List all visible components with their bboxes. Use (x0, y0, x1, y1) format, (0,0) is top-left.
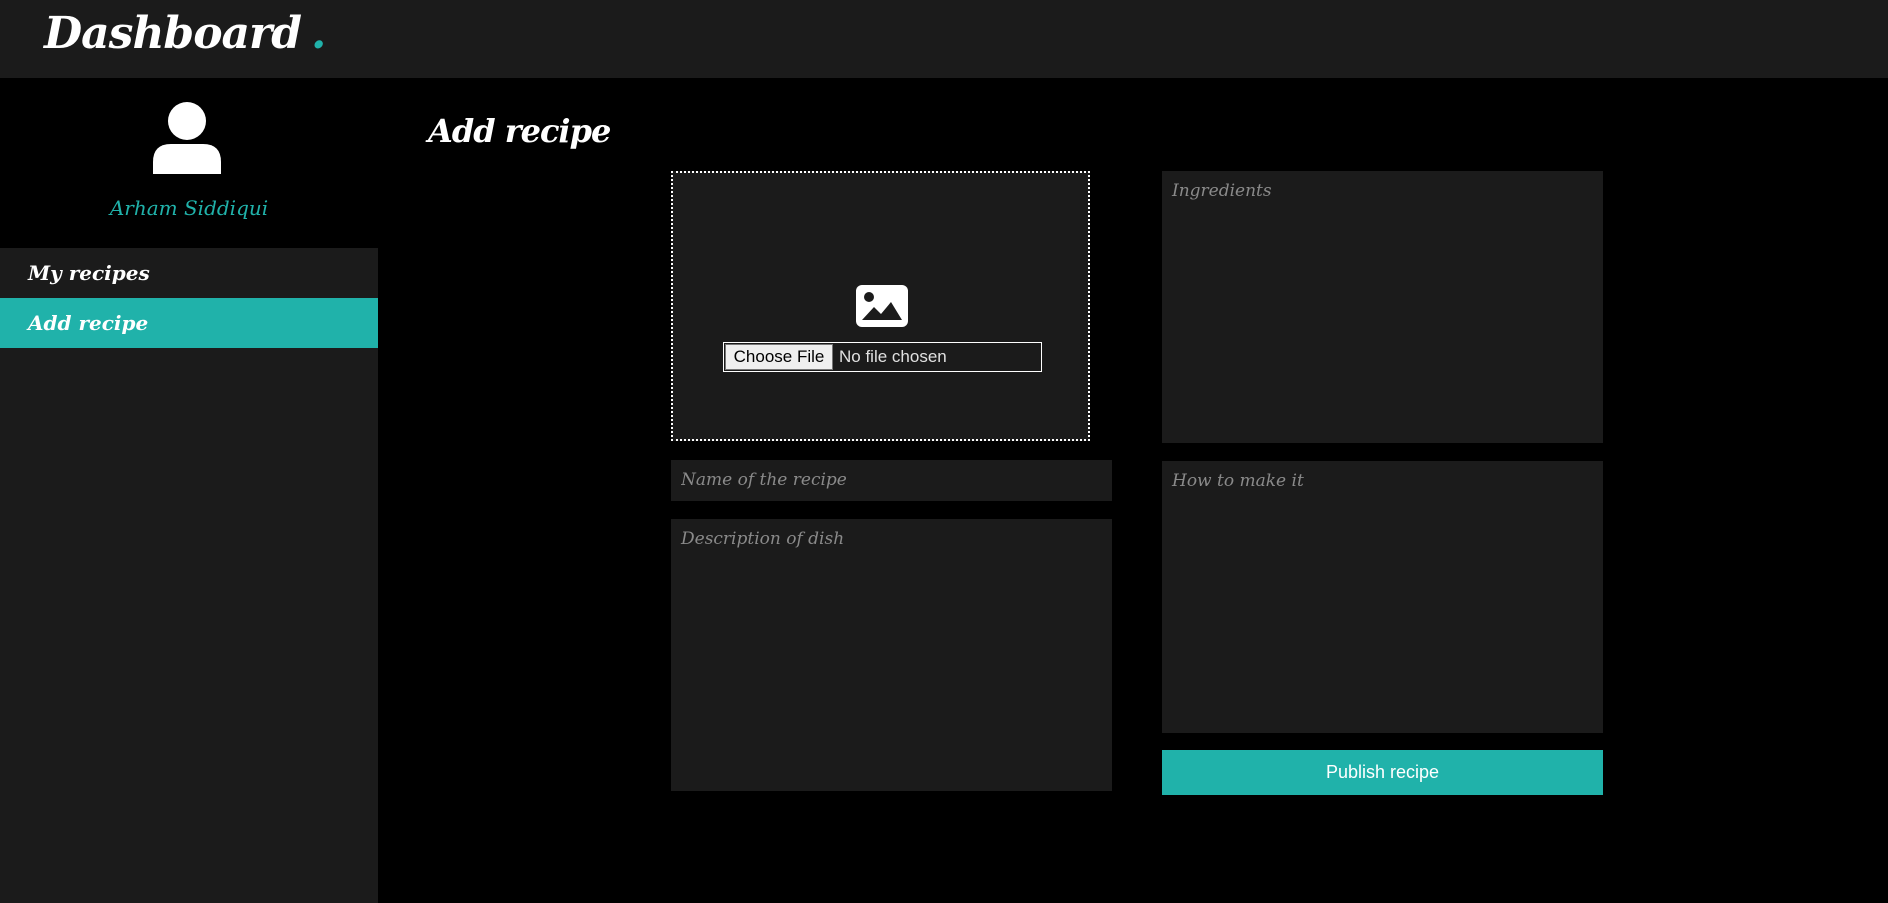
publish-recipe-button[interactable]: Publish recipe (1162, 750, 1603, 795)
ingredients-textarea[interactable] (1162, 171, 1603, 443)
description-textarea[interactable] (671, 519, 1112, 791)
user-name: Arham Siddiqui (109, 196, 269, 220)
file-input[interactable]: Choose File No file chosen (723, 342, 1042, 372)
file-status: No file chosen (839, 347, 947, 366)
image-icon (856, 285, 908, 327)
brand-logo[interactable]: Dashboard. (44, 8, 326, 59)
brand-title: Dashboard (44, 8, 302, 59)
sidebar-item-add-recipe[interactable]: Add recipe (0, 298, 378, 348)
sidebar: Arham Siddiqui My recipes Add recipe (0, 78, 378, 903)
choose-file-button[interactable]: Choose File (725, 344, 833, 370)
sidebar-item-my-recipes[interactable]: My recipes (0, 248, 378, 298)
brand-dot: . (311, 8, 326, 59)
top-bar: Dashboard. (0, 0, 1888, 78)
profile-section: Arham Siddiqui (0, 78, 378, 248)
user-icon (153, 102, 221, 174)
recipe-name-input[interactable] (671, 460, 1112, 501)
image-dropzone[interactable]: Choose File No file chosen (671, 171, 1090, 441)
method-textarea[interactable] (1162, 461, 1603, 733)
page-title: Add recipe (428, 112, 611, 150)
